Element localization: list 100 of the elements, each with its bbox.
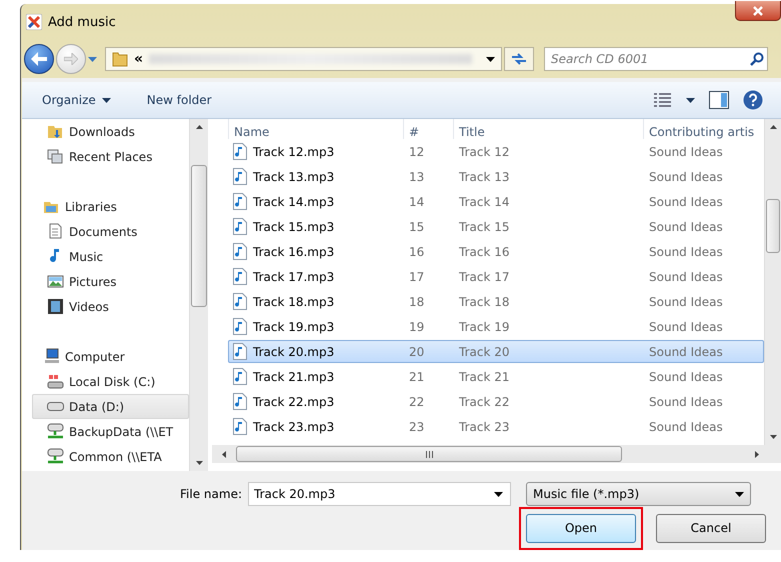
file-row[interactable]: Track 14.mp3 14 Track 14 Sound Ideas [228, 190, 764, 213]
dialog-button[interactable]: Cancel [656, 514, 766, 542]
file-row[interactable]: Track 19.mp3 19 Track 19 Sound Ideas [228, 315, 764, 338]
music-file-icon [233, 143, 247, 160]
sidebar-item[interactable]: Recent Places [69, 150, 152, 164]
track-number-cell-text: 15 [408, 220, 426, 234]
file-row[interactable]: Track 18.mp3 18 Track 18 Sound Ideas [228, 290, 764, 313]
address-bar[interactable]: « [105, 47, 502, 71]
scroll-left-arrow-icon[interactable] [222, 450, 226, 458]
caret-icon [686, 98, 695, 102]
track-number-cell-text: 13 [408, 170, 426, 184]
file-name-cell: Track 15.mp3 [253, 220, 334, 234]
artist-cell-text: Sound Ideas [648, 370, 724, 384]
caret-icon [494, 492, 503, 497]
breadcrumb-overflow[interactable]: « [134, 51, 144, 67]
scroll-right-arrow-icon[interactable] [755, 450, 759, 458]
picture-icon [47, 273, 64, 290]
scrollbar-thumb[interactable] [191, 165, 207, 307]
scroll-down-arrow-icon[interactable] [196, 461, 202, 465]
scrollbar-thumb[interactable] [236, 446, 622, 462]
file-row[interactable]: Track 13.mp3 13 Track 13 Sound Ideas [228, 165, 764, 188]
title-cell-text: Track 15 [458, 220, 510, 234]
sidebar-item[interactable]: Downloads [69, 124, 135, 138]
file-name-cell: Track 13.mp3 [253, 170, 334, 184]
artist-cell-text: Sound Ideas [648, 344, 724, 358]
column-header[interactable]: Title [453, 119, 643, 139]
music-file-icon [233, 243, 247, 260]
title-cell-text: Track 20 [458, 344, 510, 358]
caret-icon [486, 56, 495, 62]
search-field[interactable]: Search CD 6001 [544, 47, 768, 71]
file-name-cell: Track 22.mp3 [253, 394, 334, 408]
artist-cell-text: Sound Ideas [648, 320, 724, 334]
file-name-cell: Track 16.mp3 [253, 244, 334, 258]
music-file-icon [233, 343, 247, 360]
refresh-button[interactable] [504, 47, 534, 71]
artist-cell-text: Sound Ideas [648, 144, 724, 158]
file-name-field[interactable]: Track 20.mp3 [248, 482, 511, 506]
music-file-icon [233, 293, 247, 310]
system-disk-icon [47, 373, 64, 390]
track-number-cell-text: 19 [408, 320, 426, 334]
right-arrow-icon [64, 53, 78, 65]
music-file-icon [233, 418, 247, 435]
network-drive-icon [47, 423, 64, 440]
file-name-cell: Track 14.mp3 [253, 194, 334, 208]
sidebar-item[interactable]: Data (D:) [69, 400, 124, 414]
sidebar-item[interactable]: Common (\\ETA [69, 450, 162, 464]
sidebar-item[interactable]: Computer [65, 350, 125, 364]
scrollbar-thumb[interactable] [766, 199, 780, 253]
column-header[interactable]: Name [228, 119, 403, 139]
file-row[interactable]: Track 17.mp3 17 Track 17 Sound Ideas [228, 265, 764, 288]
track-number-cell-text: 16 [408, 244, 426, 258]
view-list-icon[interactable] [654, 93, 672, 107]
file-name-cell: Track 20.mp3 [253, 344, 334, 358]
sidebar-item[interactable]: Libraries [65, 200, 117, 214]
sidebar-item[interactable]: Pictures [69, 274, 117, 288]
back-button[interactable] [24, 44, 54, 74]
scroll-up-arrow-icon[interactable] [196, 125, 202, 129]
recent-places-icon [47, 148, 64, 165]
track-number-cell-text: 21 [408, 370, 426, 384]
artist-cell-text: Sound Ideas [648, 420, 724, 434]
horizontal-scrollbar[interactable] [212, 445, 781, 463]
scroll-down-arrow-icon[interactable] [770, 435, 776, 439]
file-row[interactable]: Track 22.mp3 22 Track 22 Sound Ideas [228, 390, 764, 413]
help-icon[interactable] [743, 90, 763, 110]
column-header[interactable]: # [403, 119, 453, 139]
toolbar-button[interactable]: Organize [42, 91, 111, 109]
sidebar-item[interactable]: BackupData (\\ET [69, 424, 174, 438]
sidebar-scrollbar[interactable] [189, 119, 208, 471]
file-row[interactable]: Track 15.mp3 15 Track 15 Sound Ideas [228, 215, 764, 238]
file-type-dropdown[interactable]: Music file (*.mp3) [526, 482, 751, 506]
track-number-cell-text: 14 [408, 194, 426, 208]
list-scrollbar[interactable] [764, 119, 781, 445]
artist-cell-text: Sound Ideas [648, 270, 724, 284]
music-file-icon [233, 318, 247, 335]
caret-icon [102, 98, 111, 102]
title-cell-text: Track 14 [458, 194, 510, 208]
file-row[interactable]: Track 23.mp3 23 Track 23 Sound Ideas [228, 415, 764, 438]
music-file-icon [233, 218, 247, 235]
file-name-cell: Track 17.mp3 [253, 270, 334, 284]
file-row[interactable]: Track 12.mp3 12 Track 12 Sound Ideas [228, 140, 764, 163]
preview-pane-icon[interactable] [709, 91, 729, 109]
sidebar-item[interactable]: Videos [69, 300, 109, 314]
title-cell-text: Track 19 [458, 320, 510, 334]
sidebar-item[interactable]: Music [69, 250, 104, 264]
sidebar-item[interactable]: Documents [69, 224, 138, 238]
music-file-icon [233, 168, 247, 185]
file-row[interactable]: Track 16.mp3 16 Track 16 Sound Ideas [228, 240, 764, 263]
file-row[interactable]: Track 21.mp3 21 Track 21 Sound Ideas [228, 365, 764, 388]
artist-cell-text: Sound Ideas [648, 170, 724, 184]
title-cell-text: Track 23 [458, 420, 510, 434]
sidebar-item[interactable]: Local Disk (C:) [69, 374, 156, 388]
close-button[interactable] [735, 1, 781, 21]
sidebar-selection[interactable]: Data (D:) [32, 394, 189, 419]
artist-cell-text: Sound Ideas [648, 194, 724, 208]
file-row[interactable]: Track 20.mp3 20 Track 20 Sound Ideas [228, 340, 764, 363]
track-number-cell-text: 18 [408, 294, 426, 308]
dialog-button[interactable]: Open [526, 514, 636, 542]
toolbar-button[interactable]: New folder [146, 91, 212, 109]
history-caret-icon [88, 56, 97, 62]
scroll-up-arrow-icon[interactable] [770, 125, 776, 129]
